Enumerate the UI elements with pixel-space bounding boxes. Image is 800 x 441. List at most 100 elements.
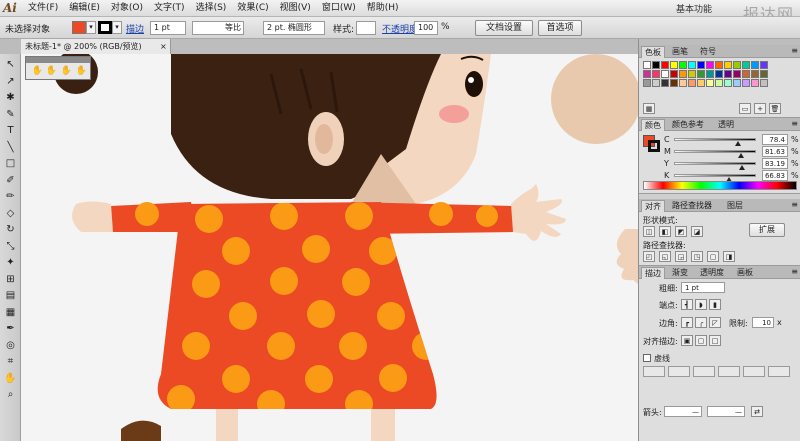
- tool-icon[interactable]: ✎: [3, 108, 18, 121]
- panel-tab[interactable]: 描边: [641, 267, 665, 279]
- toolbox-grip[interactable]: [0, 39, 21, 54]
- tool-icon[interactable]: T: [3, 124, 18, 137]
- graphic-style-select[interactable]: [356, 21, 376, 35]
- color-swatch[interactable]: [724, 70, 732, 78]
- color-swatch[interactable]: [715, 79, 723, 87]
- stroke-label-link[interactable]: 描边: [126, 22, 144, 35]
- align-outside-icon[interactable]: □: [709, 335, 721, 346]
- swatch-library-icon[interactable]: ▦: [643, 103, 655, 114]
- delete-swatch-icon[interactable]: 🗑: [769, 103, 781, 114]
- slider-thumb-icon[interactable]: [734, 141, 741, 146]
- document-tab[interactable]: 未标题-1* @ 200% (RGB/预览): [21, 39, 171, 54]
- color-swatch[interactable]: [697, 61, 705, 69]
- unite-icon[interactable]: ◫: [643, 226, 655, 237]
- trim-icon[interactable]: ◱: [659, 251, 671, 262]
- bevel-join-icon[interactable]: ◸: [709, 317, 721, 328]
- dash-field[interactable]: [693, 366, 715, 377]
- color-swatch[interactable]: [706, 79, 714, 87]
- color-swatch[interactable]: [760, 79, 768, 87]
- color-swatch[interactable]: [688, 70, 696, 78]
- round-cap-icon[interactable]: ◗: [695, 299, 707, 310]
- stroke-weight-field[interactable]: 1 pt: [681, 282, 725, 293]
- exclude-icon[interactable]: ◪: [691, 226, 703, 237]
- stroke-weight-field[interactable]: 1 pt: [150, 21, 186, 35]
- minus-back-icon[interactable]: ◨: [723, 251, 735, 262]
- panel-tab[interactable]: 画笔: [669, 46, 691, 58]
- close-tab-icon[interactable]: ×: [160, 39, 167, 54]
- color-swatch[interactable]: [652, 61, 660, 69]
- panel-tab[interactable]: 颜色: [641, 119, 665, 131]
- panel-tab[interactable]: 渐变: [669, 267, 691, 279]
- tool-icon[interactable]: ✒: [3, 322, 18, 335]
- panel-tab[interactable]: 画板: [734, 267, 756, 279]
- panel-tab[interactable]: 颜色参考: [669, 119, 707, 131]
- opacity-field[interactable]: 100: [414, 21, 438, 35]
- color-swatch[interactable]: [661, 79, 669, 87]
- miter-join-icon[interactable]: ┏: [681, 317, 693, 328]
- document-setup-button[interactable]: 文档设置: [475, 20, 533, 36]
- new-swatch-icon[interactable]: +: [754, 103, 766, 114]
- color-swatch[interactable]: [715, 61, 723, 69]
- color-swatch[interactable]: [643, 61, 651, 69]
- butt-cap-icon[interactable]: ┫: [681, 299, 693, 310]
- panel-tab[interactable]: 透明: [715, 119, 737, 131]
- fill-color-swatch[interactable]: [72, 21, 86, 34]
- outline-icon[interactable]: ▢: [707, 251, 719, 262]
- stroke-color-chip[interactable]: [648, 140, 660, 152]
- color-swatch[interactable]: [706, 70, 714, 78]
- color-swatch[interactable]: [679, 79, 687, 87]
- intersect-icon[interactable]: ◩: [675, 226, 687, 237]
- color-swatch[interactable]: [751, 61, 759, 69]
- tool-icon[interactable]: ✦: [3, 256, 18, 269]
- panel-menu-icon[interactable]: ≡: [791, 267, 798, 276]
- tool-icon[interactable]: ✋: [3, 372, 18, 385]
- color-swatch[interactable]: [679, 61, 687, 69]
- divide-icon[interactable]: ◰: [643, 251, 655, 262]
- color-swatch[interactable]: [697, 70, 705, 78]
- menu-item[interactable]: 文字(T): [152, 2, 187, 15]
- channel-slider[interactable]: [674, 174, 756, 177]
- round-join-icon[interactable]: ╭: [695, 317, 707, 328]
- panel-tab[interactable]: 图层: [724, 200, 746, 212]
- color-swatch[interactable]: [751, 70, 759, 78]
- color-swatch[interactable]: [724, 61, 732, 69]
- color-swatch[interactable]: [733, 70, 741, 78]
- opacity-label-link[interactable]: 不透明度: [382, 22, 418, 35]
- color-swatch[interactable]: [742, 61, 750, 69]
- align-inside-icon[interactable]: ▢: [695, 335, 707, 346]
- panel-menu-icon[interactable]: ≡: [791, 200, 798, 209]
- color-swatch[interactable]: [697, 79, 705, 87]
- start-arrow-select[interactable]: —: [664, 406, 702, 417]
- stroke-dropdown-icon[interactable]: ▾: [112, 21, 122, 34]
- tool-icon[interactable]: ↻: [3, 223, 18, 236]
- dash-field[interactable]: [643, 366, 665, 377]
- color-swatch[interactable]: [733, 61, 741, 69]
- color-swatch[interactable]: [643, 70, 651, 78]
- dashed-checkbox[interactable]: [643, 354, 651, 362]
- slider-thumb-icon[interactable]: [738, 153, 745, 158]
- channel-value-field[interactable]: 81.63: [762, 146, 788, 157]
- workspace-switcher[interactable]: 基本功能: [676, 2, 712, 15]
- menu-item[interactable]: 文件(F): [26, 2, 60, 15]
- crop-icon[interactable]: ◳: [691, 251, 703, 262]
- fill-dropdown-icon[interactable]: ▾: [86, 21, 96, 34]
- color-swatch[interactable]: [706, 61, 714, 69]
- color-swatch[interactable]: [688, 61, 696, 69]
- projecting-cap-icon[interactable]: ▮: [709, 299, 721, 310]
- tool-icon[interactable]: ▤: [3, 289, 18, 302]
- channel-value-field[interactable]: 78.4: [762, 134, 788, 145]
- color-swatch[interactable]: [751, 79, 759, 87]
- color-swatch[interactable]: [742, 79, 750, 87]
- gap-field[interactable]: [768, 366, 790, 377]
- gap-field[interactable]: [668, 366, 690, 377]
- color-swatch[interactable]: [670, 79, 678, 87]
- tool-icon[interactable]: ▦: [3, 306, 18, 319]
- menu-item[interactable]: 帮助(H): [365, 2, 401, 15]
- hand-icon[interactable]: ✋: [45, 65, 58, 77]
- panel-tab[interactable]: 符号: [697, 46, 719, 58]
- minus-front-icon[interactable]: ◧: [659, 226, 671, 237]
- merge-icon[interactable]: ◲: [675, 251, 687, 262]
- miter-limit-field[interactable]: 10: [752, 317, 774, 328]
- color-swatch[interactable]: [652, 79, 660, 87]
- color-swatch[interactable]: [670, 61, 678, 69]
